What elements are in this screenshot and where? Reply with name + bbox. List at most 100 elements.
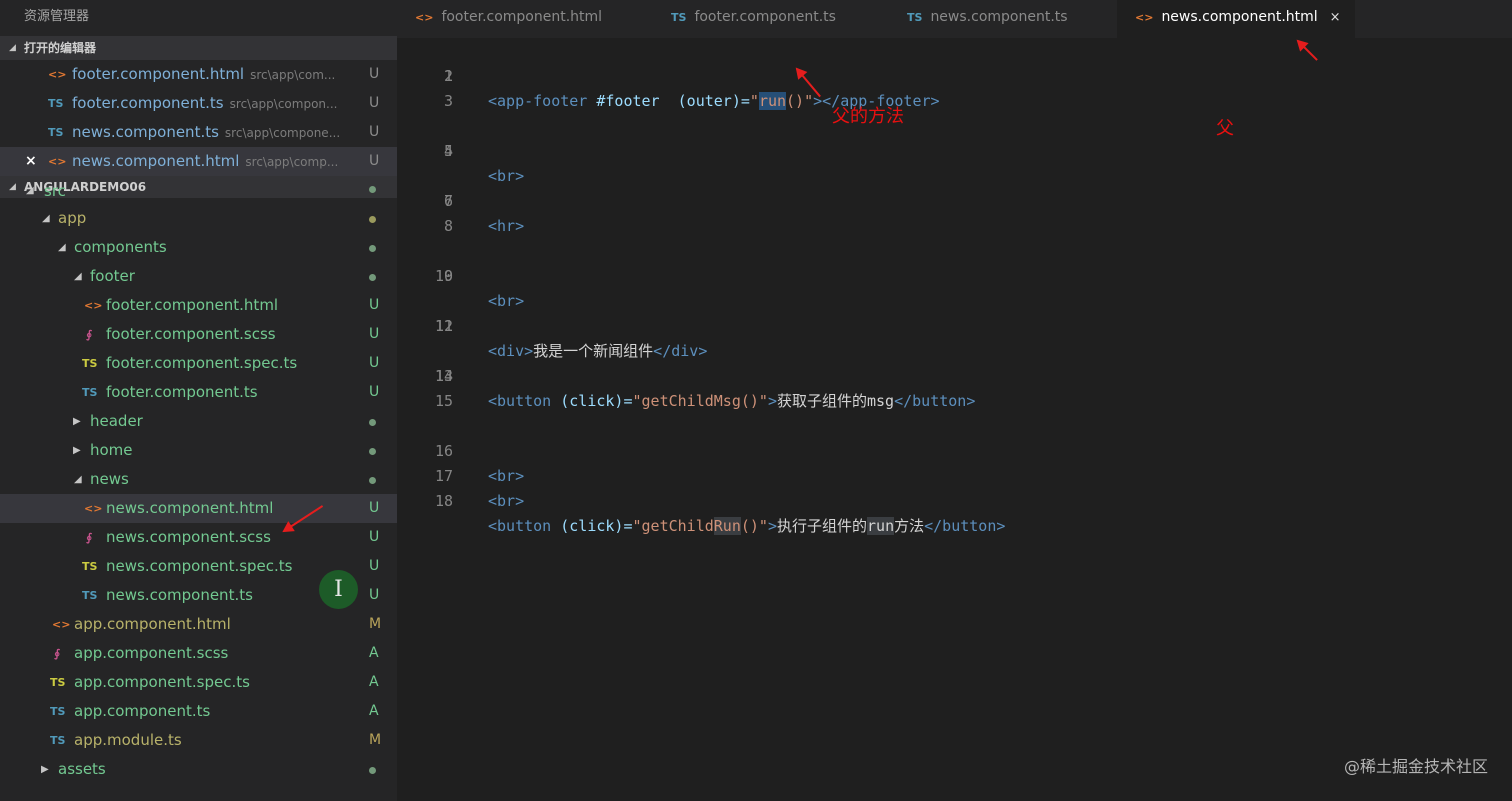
git-status-badge: U xyxy=(369,384,380,400)
git-status-badge: A xyxy=(369,703,379,719)
tab-label: footer.component.html xyxy=(441,9,603,25)
tree-file[interactable]: TS app.module.ts M xyxy=(0,726,397,755)
tree-label: footer.component.html xyxy=(106,296,279,314)
git-status-badge: U xyxy=(369,297,380,313)
code-line: 16 <br> xyxy=(397,414,1512,485)
explorer-title: 资源管理器 xyxy=(24,9,90,24)
git-status-badge: U xyxy=(369,124,380,140)
line-number: 5 xyxy=(443,142,453,160)
tree-folder-home[interactable]: ▶ home xyxy=(0,436,397,465)
code-token: (click)= xyxy=(551,517,633,535)
scss-file-icon: ∮ xyxy=(86,328,93,341)
tree-label: footer.component.scss xyxy=(106,325,276,343)
git-status-badge: U xyxy=(369,529,380,545)
code-line: 14 xyxy=(397,364,1512,389)
git-status-badge: U xyxy=(369,66,380,82)
tree-file[interactable]: TS app.component.spec.ts A xyxy=(0,668,397,697)
tree-label: app.component.scss xyxy=(74,644,229,662)
modified-dot-icon xyxy=(369,274,376,281)
git-status-badge: U xyxy=(369,153,380,169)
tree-folder-components[interactable]: ◢ components xyxy=(0,233,397,262)
git-status-badge: M xyxy=(369,616,382,632)
tree-folder-news[interactable]: ◢ news xyxy=(0,465,397,494)
expanded-triangle-icon: ◢ xyxy=(26,185,34,196)
tree-label: app.component.ts xyxy=(74,702,211,720)
open-editor-name: footer.component.ts xyxy=(72,94,224,112)
html-file-icon: <> xyxy=(48,68,67,81)
code-line: 1 <app-footer #footer (outer)="run()"></… xyxy=(397,39,1512,110)
code-token: <button xyxy=(488,517,552,535)
typescript-file-icon: TS xyxy=(671,11,687,24)
open-editor-item[interactable]: TS news.component.ts src\app\compone... U xyxy=(0,118,397,147)
open-editors-header[interactable]: ◢ 打开的编辑器 xyxy=(0,36,397,60)
tree-label: components xyxy=(74,238,167,256)
tab-footer-html[interactable]: <> footer.component.html xyxy=(415,0,602,38)
typescript-spec-file-icon: TS xyxy=(82,357,98,370)
line-number: 12 xyxy=(434,317,453,335)
tree-file[interactable]: TS footer.component.ts U xyxy=(0,378,397,407)
open-editor-path: src\app\compone... xyxy=(224,126,341,140)
annotation-parent-method: 父的方法 xyxy=(832,106,904,127)
scss-file-icon: ∮ xyxy=(86,531,93,544)
git-status-badge: A xyxy=(369,645,379,661)
tree-folder-footer[interactable]: ◢ footer xyxy=(0,262,397,291)
code-line: 9 <br> xyxy=(397,239,1512,310)
tab-news-html-active[interactable]: <> news.component.html × xyxy=(1117,0,1355,38)
code-token: ()" xyxy=(740,517,768,535)
tab-footer-ts[interactable]: TS footer.component.ts xyxy=(671,0,836,38)
tree-file[interactable]: ∮ footer.component.scss U xyxy=(0,320,397,349)
tree-label: news.component.ts xyxy=(106,586,253,604)
modified-dot-icon xyxy=(369,448,376,455)
line-number: 8 xyxy=(443,217,453,235)
code-token: "getChild xyxy=(632,517,714,535)
expanded-triangle-icon: ◢ xyxy=(42,213,50,224)
code-line: 6 <hr> xyxy=(397,164,1512,235)
close-icon[interactable]: × xyxy=(25,147,37,176)
tree-folder-assets[interactable]: ▶ assets xyxy=(0,755,397,784)
open-editor-name: news.component.html xyxy=(72,152,240,170)
tree-file[interactable]: TS footer.component.spec.ts U xyxy=(0,349,397,378)
tree-folder-header[interactable]: ▶ header xyxy=(0,407,397,436)
watermark: @稀土掘金技术社区 xyxy=(1343,757,1488,776)
open-editor-item-active[interactable]: × <> news.component.html src\app\comp... … xyxy=(0,147,397,176)
tree-file[interactable]: <> app.component.html M xyxy=(0,610,397,639)
tree-label: footer.component.spec.ts xyxy=(106,354,298,372)
tree-file[interactable]: ∮ app.component.scss A xyxy=(0,639,397,668)
tab-label: news.component.html xyxy=(1161,9,1318,25)
tree-folder-src[interactable]: ◢ src xyxy=(0,184,397,204)
git-status-badge: U xyxy=(369,326,380,342)
html-file-icon: <> xyxy=(52,618,71,631)
code-line: 8 xyxy=(397,214,1512,239)
code-line: 12 xyxy=(397,314,1512,339)
code-line: 15 xyxy=(397,389,1512,414)
tree-label: assets xyxy=(58,760,106,778)
git-status-badge: A xyxy=(369,674,379,690)
open-editor-name: footer.component.html xyxy=(72,65,245,83)
code-line: 5 xyxy=(397,139,1512,164)
tree-label: header xyxy=(90,412,143,430)
tree-label: news.component.spec.ts xyxy=(106,557,293,575)
code-token: > xyxy=(767,517,777,535)
git-status-badge: U xyxy=(369,587,380,603)
tab-label: news.component.ts xyxy=(930,9,1068,25)
open-editor-name: news.component.ts xyxy=(72,123,219,141)
highlighted-token: run xyxy=(867,517,895,535)
tree-file[interactable]: TS app.component.ts A xyxy=(0,697,397,726)
tree-label: footer.component.ts xyxy=(106,383,258,401)
tree-file-selected[interactable]: <> news.component.html U xyxy=(0,494,397,523)
code-editor[interactable]: 1 <app-footer #footer (outer)="run()"></… xyxy=(397,38,1512,801)
file-tree: ◢ src ◢ app ◢ components ◢ footer <> foo… xyxy=(0,184,397,784)
tree-file[interactable]: ∮ news.component.scss U xyxy=(0,523,397,552)
close-icon[interactable]: × xyxy=(1330,10,1341,25)
tab-news-ts[interactable]: TS news.component.ts xyxy=(907,0,1068,38)
expanded-triangle-icon: ◢ xyxy=(74,271,82,282)
line-number: 10 xyxy=(434,267,453,285)
collapsed-triangle-icon: ▶ xyxy=(73,445,81,456)
tree-label: app xyxy=(58,209,87,227)
tree-file[interactable]: <> footer.component.html U xyxy=(0,291,397,320)
tree-folder-app[interactable]: ◢ app xyxy=(0,204,397,233)
open-editor-item[interactable]: TS footer.component.ts src\app\compon... … xyxy=(0,89,397,118)
text-cursor-icon: I xyxy=(319,570,358,609)
expanded-triangle-icon: ◢ xyxy=(74,474,82,485)
open-editor-item[interactable]: <> footer.component.html src\app\com... U xyxy=(0,60,397,89)
